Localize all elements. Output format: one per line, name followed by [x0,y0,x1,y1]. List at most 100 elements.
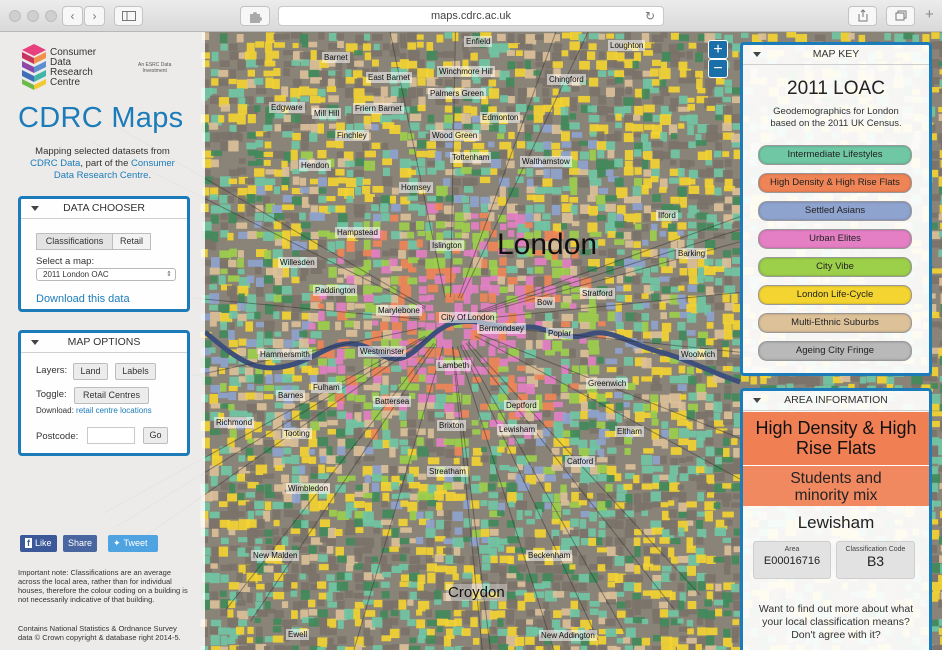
place-label: Paddington [313,285,358,296]
cdrc-logo-text: Consumer Data Research Centre [50,48,96,88]
place-label: Ilford [656,210,678,221]
place-label: Mill Hill [312,108,342,119]
data-chooser-header[interactable]: DATA CHOOSER [21,199,187,219]
map-label-croydon: Croydon [446,584,507,601]
place-label: Deptford [504,400,539,411]
place-label: Catford [565,456,596,467]
place-label: Barnet [322,52,350,63]
map-options-header[interactable]: MAP OPTIONS [21,333,187,353]
place-label: Greenwich [586,378,629,389]
place-label: Lambeth [436,360,472,371]
app-title: CDRC Maps [18,102,184,134]
map-options-panel: MAP OPTIONS Layers: Land Labels Toggle: … [18,330,190,456]
tab-retail[interactable]: Retail [112,233,151,250]
place-label: Lewisham [497,424,538,435]
legend-item[interactable]: High Density & High Rise Flats [758,173,912,193]
download-prefix: Download: [36,406,74,415]
reload-icon[interactable]: ↻ [645,7,655,25]
place-label: Hornsey [399,182,433,193]
retail-centre-locations-link[interactable]: retail centre locations [76,406,152,415]
zoom-out-button[interactable]: − [708,59,728,78]
facebook-share-button[interactable]: Share [63,535,98,552]
extension-button[interactable] [240,6,270,26]
address-bar[interactable]: maps.cdrc.ac.uk ↻ [278,6,664,26]
postcode-label: Postcode: [36,431,79,442]
legend-item[interactable]: Settled Asians [758,201,912,221]
legend-item[interactable]: Intermediate Lifestyles [758,145,912,165]
download-data-link[interactable]: Download this data [36,293,130,305]
postcode-input[interactable] [87,427,135,444]
select-map-label: Select a map: [36,256,95,267]
go-button[interactable]: Go [143,427,168,444]
place-label: Barking [676,248,708,259]
place-label: Chingford [547,74,586,85]
classification-code-chip: Classification Code B3 [836,541,915,579]
classification-title: 2011 LOAC [787,78,885,99]
place-label: Battersea [373,396,412,407]
puzzle-icon [250,12,262,23]
close-window-icon[interactable] [9,10,21,22]
collapse-icon [753,52,761,57]
tweet-button[interactable]: ✦ Tweet [108,535,158,552]
collapse-icon [753,398,761,403]
place-label: Woolwich [679,349,718,360]
cdrc-data-link[interactable]: CDRC Data [30,158,80,169]
tabs-overview-button[interactable] [886,6,915,26]
place-label: Eltham [615,426,644,437]
data-chooser-panel: DATA CHOOSER Classifications Retail Sele… [18,196,190,312]
place-label: City Of London [439,312,497,323]
logo-line: Centre [50,77,81,88]
sidebar-icon [121,11,136,21]
select-arrows-icon: ⇕ [166,271,172,278]
map-select[interactable]: 2011 London OAC ⇕ [36,268,176,281]
zoom-window-icon[interactable] [45,10,57,22]
intro-suffix: . [148,170,152,181]
like-label: Like [35,538,52,548]
place-label: Ewell [286,629,310,640]
map-options-title: MAP OPTIONS [67,336,141,348]
intro-text: Mapping selected datasets from CDRC Data… [20,146,185,182]
legend-item[interactable]: London Life-Cycle [758,285,912,305]
browser-toolbar: ‹ › maps.cdrc.ac.uk ↻ + [0,0,942,32]
place-label: Tottenham [450,152,492,163]
forward-button[interactable]: › [84,6,105,26]
place-label: Marylebone [376,305,422,316]
land-layer-button[interactable]: Land [73,363,108,380]
twitter-icon: ✦ [113,538,121,548]
back-button[interactable]: ‹ [62,6,83,26]
place-label: Islington [430,240,464,251]
map-key-header[interactable]: MAP KEY [743,45,929,65]
area-code-label: Area [784,546,800,553]
toggle-label: Toggle: [36,389,67,400]
legend-item[interactable]: Multi-Ethnic Suburbs [758,313,912,333]
area-code-chip: Area E00016716 [753,541,831,579]
place-label: Richmond [214,417,255,428]
legend-item[interactable]: Ageing City Fringe [758,341,912,361]
classification-code-value: B3 [866,553,885,569]
place-label: Walthamstow [520,156,572,167]
place-label: Bow [535,297,555,308]
classification-code-label: Classification Code [845,546,906,553]
area-borough: Lewisham [797,513,875,532]
intro-prefix: Mapping selected datasets from [35,146,170,157]
legend-item[interactable]: Urban Elites [758,229,912,249]
zoom-in-button[interactable]: + [708,40,728,59]
area-subgroup: Students and minority mix [743,465,929,506]
place-label: Hampstead [335,227,380,238]
facebook-like-button[interactable]: f Like [20,535,57,552]
sidebar-toggle-button[interactable] [114,6,143,26]
map-label-london: London [497,228,598,261]
place-label: Willesden [278,257,317,268]
place-label: Barnes [276,390,306,401]
minimize-window-icon[interactable] [27,10,39,22]
important-note: Important note: Classifications are an a… [18,568,188,604]
share-button[interactable] [848,6,877,26]
tab-classifications[interactable]: Classifications [36,233,113,250]
area-info-header[interactable]: AREA INFORMATION [743,391,929,411]
new-tab-icon[interactable]: + [925,6,934,23]
url-text: maps.cdrc.ac.uk [430,10,512,22]
place-label: Fulham [311,382,342,393]
labels-layer-button[interactable]: Labels [115,363,156,380]
retail-centres-toggle[interactable]: Retail Centres [74,387,149,404]
legend-item[interactable]: City Vibe [758,257,912,277]
